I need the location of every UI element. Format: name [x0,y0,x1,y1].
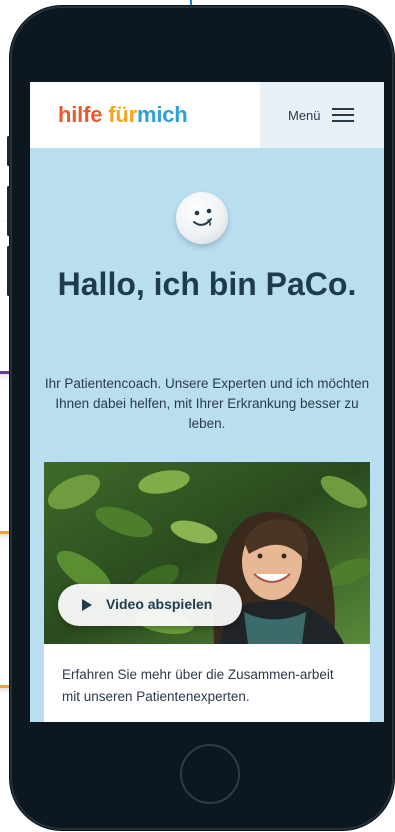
site-logo[interactable]: hilfe fürmich [58,102,188,128]
phone-screen: hilfe fürmich Menü Hallo, ich bin PaCo. I… [30,82,384,722]
logo-part-hilfe: hilfe [58,102,103,127]
hamburger-icon [332,108,354,122]
phone-side-button [7,136,10,166]
home-button[interactable] [180,744,240,804]
phone-volume-up [7,186,10,236]
play-video-button[interactable]: Video abspielen [58,584,242,626]
hero-title: Hallo, ich bin PaCo. [57,266,357,302]
site-header: hilfe fürmich Menü [30,82,384,148]
hero-section: Hallo, ich bin PaCo. Ihr Patientencoach.… [30,148,384,722]
paco-face-icon [193,208,212,226]
paco-avatar [176,192,228,244]
logo-part-fuer: für [108,102,137,127]
info-card-text: Erfahren Sie mehr über die Zusammen-arbe… [62,667,334,704]
hero-subtitle: Ihr Patientencoach. Unsere Experten und … [44,376,370,431]
menu-button[interactable]: Menü [260,82,384,148]
info-card[interactable]: Erfahren Sie mehr über die Zusammen-arbe… [44,644,370,722]
phone-volume-down [7,246,10,296]
video-thumbnail[interactable]: Video abspielen [44,462,370,644]
play-icon [82,599,92,611]
logo-part-mich: mich [136,102,188,127]
play-video-label: Video abspielen [106,596,213,612]
menu-label: Menü [288,108,321,123]
